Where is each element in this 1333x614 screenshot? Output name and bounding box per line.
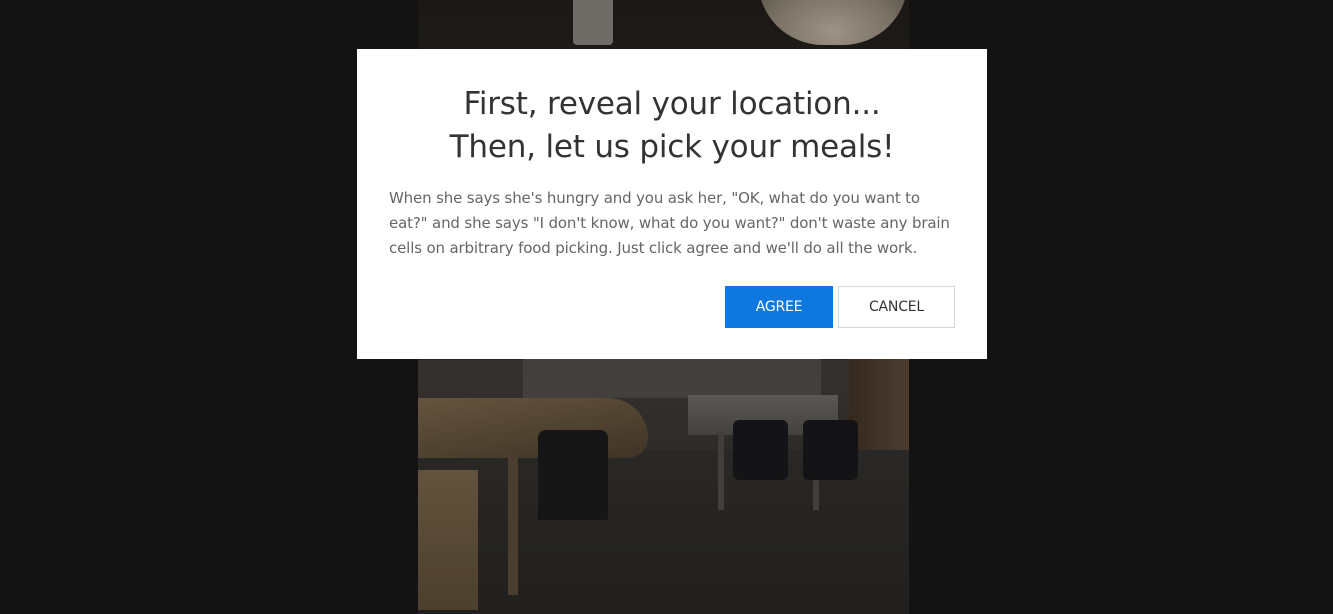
dialog-actions: AGREE CANCEL — [725, 286, 955, 328]
cancel-button[interactable]: CANCEL — [838, 286, 955, 328]
dialog-title-line-2: Then, let us pick your meals! — [449, 129, 895, 165]
agree-button[interactable]: AGREE — [725, 286, 833, 328]
dialog-title: First, reveal your location... Then, let… — [389, 83, 955, 169]
dialog-body-text: When she says she's hungry and you ask h… — [389, 189, 950, 257]
page-backdrop: First, reveal your location... Then, let… — [0, 0, 1333, 614]
dialog-title-line-1: First, reveal your location... — [463, 86, 881, 122]
location-permission-dialog: First, reveal your location... Then, let… — [357, 49, 987, 359]
